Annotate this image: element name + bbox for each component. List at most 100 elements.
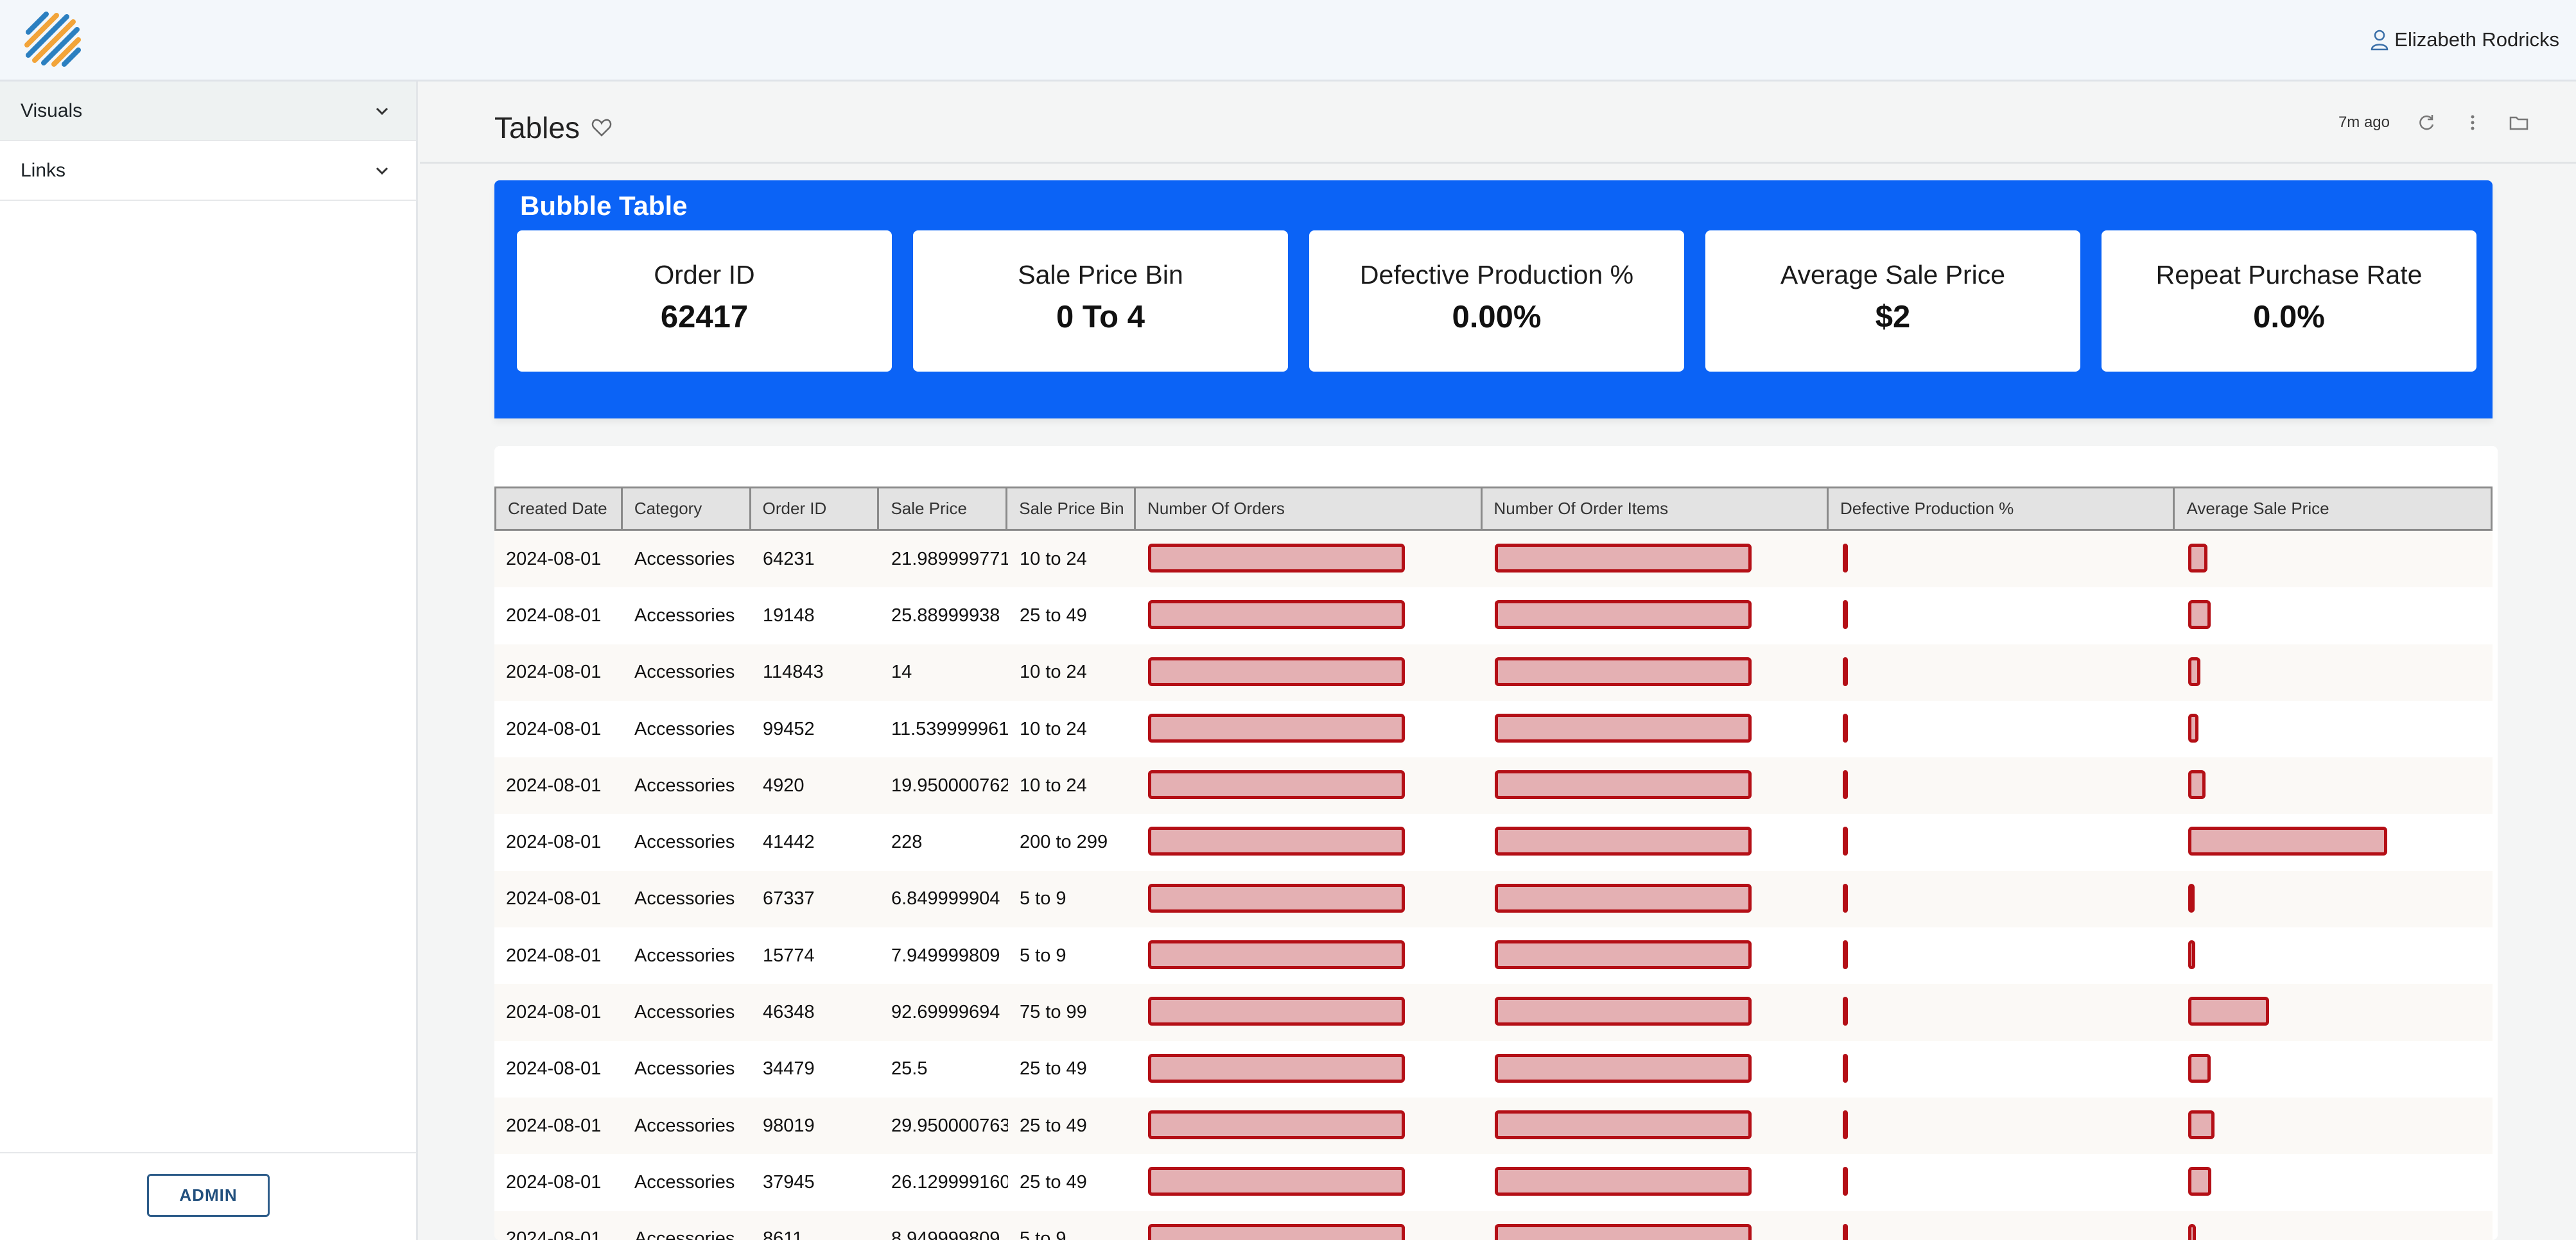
table-cell-num-order-items <box>1483 1211 1830 1240</box>
bar-defective-pct <box>1843 1167 1848 1196</box>
bar-num-order-items <box>1495 827 1752 856</box>
table-cell-category: Accessories <box>634 1171 735 1193</box>
bar-num-orders <box>1148 657 1405 686</box>
column-header[interactable]: Sale Price <box>879 488 1008 529</box>
bar-avg-sale-price <box>2188 1053 2211 1083</box>
table-row[interactable]: 2024-08-01 Accessories 15774 7.949999809 5 t… <box>494 927 2493 985</box>
bubble-table-title: Bubble Table <box>520 191 688 221</box>
table-cell-num-orders <box>1136 1154 1483 1210</box>
bar-avg-sale-price <box>2188 1167 2211 1196</box>
table-cell-category: Accessories <box>634 605 735 626</box>
refresh-timestamp: 7m ago <box>2338 114 2390 131</box>
table-row[interactable]: 2024-08-01 Accessories 67337 6.849999904 5 t… <box>494 870 2493 928</box>
table-cell-defective-pct <box>1830 927 2177 984</box>
table-cell-order-id: 114843 <box>763 662 824 683</box>
table-cell-num-order-items <box>1483 984 1830 1040</box>
bar-num-order-items <box>1495 1167 1752 1196</box>
bar-num-orders <box>1148 600 1405 630</box>
column-header[interactable]: Sale Price Bin <box>1007 488 1136 529</box>
table-row[interactable]: 2024-08-01 Accessories 64231 21.989999771 10… <box>494 531 2493 588</box>
table-cell-num-orders <box>1136 984 1483 1040</box>
logo-icon[interactable] <box>19 8 86 72</box>
table-cell-created-date: 2024-08-01 <box>506 605 602 626</box>
table-cell-avg-sale-price <box>2177 1211 2493 1240</box>
column-header[interactable]: Order ID <box>751 488 880 529</box>
bar-num-orders <box>1148 770 1405 800</box>
user-icon <box>2371 30 2389 51</box>
column-header[interactable]: Average Sale Price <box>2175 488 2491 529</box>
table-cell-defective-pct <box>1830 701 2177 757</box>
bar-avg-sale-price <box>2188 544 2207 573</box>
table-cell-sale-price-bin: 5 to 9 <box>1020 945 1066 966</box>
table-row[interactable]: 2024-08-01 Accessories 98019 29.950000763 25… <box>494 1097 2493 1155</box>
table-cell-num-orders <box>1136 644 1483 701</box>
sidebar-item-visuals[interactable]: Visuals <box>0 82 416 141</box>
refresh-icon[interactable] <box>2417 113 2436 132</box>
more-vertical-icon[interactable] <box>2463 113 2482 132</box>
sidebar-item-links[interactable]: Links <box>0 141 416 201</box>
column-header[interactable]: Defective Production % <box>1829 488 2175 529</box>
kpi-label: Sale Price Bin <box>1018 260 1183 289</box>
table-row[interactable]: 2024-08-01 Accessories 41442 228 200 to 299 <box>494 814 2493 871</box>
column-header[interactable]: Category <box>623 488 751 529</box>
bar-defective-pct <box>1843 1110 1848 1139</box>
table-cell-num-order-items <box>1483 1098 1830 1154</box>
table-cell-num-orders <box>1136 927 1483 984</box>
page-title-text: Tables <box>494 111 580 144</box>
sidebar-item-label: Links <box>21 159 66 181</box>
table-row[interactable]: 2024-08-01 Accessories 34479 25.5 25 to 49 <box>494 1040 2493 1098</box>
table-cell-avg-sale-price <box>2177 757 2493 814</box>
kpi-label: Order ID <box>654 260 755 289</box>
user-menu[interactable]: Elizabeth Rodricks <box>2370 28 2559 51</box>
bar-avg-sale-price <box>2188 940 2195 970</box>
table-cell-num-orders <box>1136 701 1483 757</box>
table-row[interactable]: 2024-08-01 Accessories 46348 92.69999694 75 … <box>494 984 2493 1041</box>
table-cell-avg-sale-price <box>2177 701 2493 757</box>
table-cell-created-date: 2024-08-01 <box>506 1115 602 1136</box>
admin-button[interactable]: ADMIN <box>147 1174 270 1217</box>
table-cell-num-order-items <box>1483 644 1830 701</box>
bar-avg-sale-price <box>2188 713 2198 743</box>
kpi-value: 62417 <box>660 300 749 334</box>
table-cell-num-order-items <box>1483 587 1830 644</box>
table-cell-avg-sale-price <box>2177 587 2493 644</box>
bar-num-order-items <box>1495 600 1752 630</box>
table-cell-order-id: 19148 <box>763 605 815 626</box>
bar-num-order-items <box>1495 657 1752 686</box>
table-cell-sale-price-bin: 10 to 24 <box>1020 775 1087 796</box>
bar-defective-pct <box>1843 1223 1848 1240</box>
kpi-card-repeat-purchase-rate: Repeat Purchase Rate 0.0% <box>2102 230 2476 372</box>
bar-defective-pct <box>1843 770 1848 800</box>
heart-icon[interactable] <box>591 118 612 137</box>
table-cell-sale-price: 14 <box>891 662 912 683</box>
column-header[interactable]: Number Of Orders <box>1136 488 1483 529</box>
table-cell-created-date: 2024-08-01 <box>506 718 602 739</box>
table-row[interactable]: 2024-08-01 Accessories 8611 8.949999809 5 to… <box>494 1210 2493 1240</box>
table-cell-sale-price: 11.539999961 <box>891 718 1008 739</box>
table-cell-defective-pct <box>1830 531 2177 587</box>
table-row[interactable]: 2024-08-01 Accessories 19148 25.88999938 25 … <box>494 587 2493 644</box>
table-cell-defective-pct <box>1830 757 2177 814</box>
table-row[interactable]: 2024-08-01 Accessories 37945 26.129999160 25… <box>494 1154 2493 1211</box>
table-cell-defective-pct <box>1830 1154 2177 1210</box>
table-cell-category: Accessories <box>634 888 735 909</box>
table-cell-avg-sale-price <box>2177 984 2493 1040</box>
kpi-value: 0.00% <box>1452 300 1542 334</box>
column-header[interactable]: Created Date <box>496 488 623 529</box>
column-header[interactable]: Number Of Order Items <box>1483 488 1829 529</box>
table-row[interactable]: 2024-08-01 Accessories 4920 19.950000762 10 … <box>494 757 2493 814</box>
table-cell-order-id: 41442 <box>763 832 815 853</box>
bar-defective-pct <box>1843 544 1848 573</box>
table-cell-category: Accessories <box>634 832 735 853</box>
table-cell-sale-price: 25.5 <box>891 1058 928 1080</box>
bar-num-order-items <box>1495 713 1752 743</box>
folder-icon[interactable] <box>2509 113 2528 132</box>
table-cell-num-orders <box>1136 757 1483 814</box>
table-row[interactable]: 2024-08-01 Accessories 99452 11.539999961 10… <box>494 700 2493 758</box>
table-cell-category: Accessories <box>634 775 735 796</box>
kpi-value: 0.0% <box>2253 300 2325 334</box>
table-row[interactable]: 2024-08-01 Accessories 114843 14 10 to 24 <box>494 644 2493 701</box>
kpi-card-average-sale-price: Average Sale Price $2 <box>1705 230 2080 372</box>
table-cell-defective-pct <box>1830 1211 2177 1240</box>
table-cell-category: Accessories <box>634 1115 735 1136</box>
